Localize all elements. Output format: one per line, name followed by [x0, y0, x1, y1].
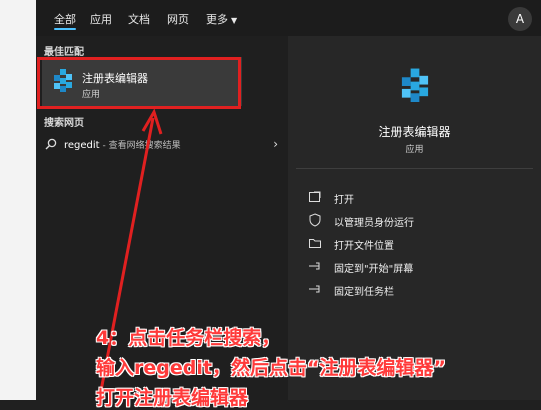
annotation-line-3: 打开注册表编辑器	[96, 387, 249, 409]
annotation-line-1: 4：点击任务栏搜索，	[96, 327, 281, 349]
annotation-line-2: 输入regedit，然后点击“注册表编辑器”	[96, 357, 446, 379]
